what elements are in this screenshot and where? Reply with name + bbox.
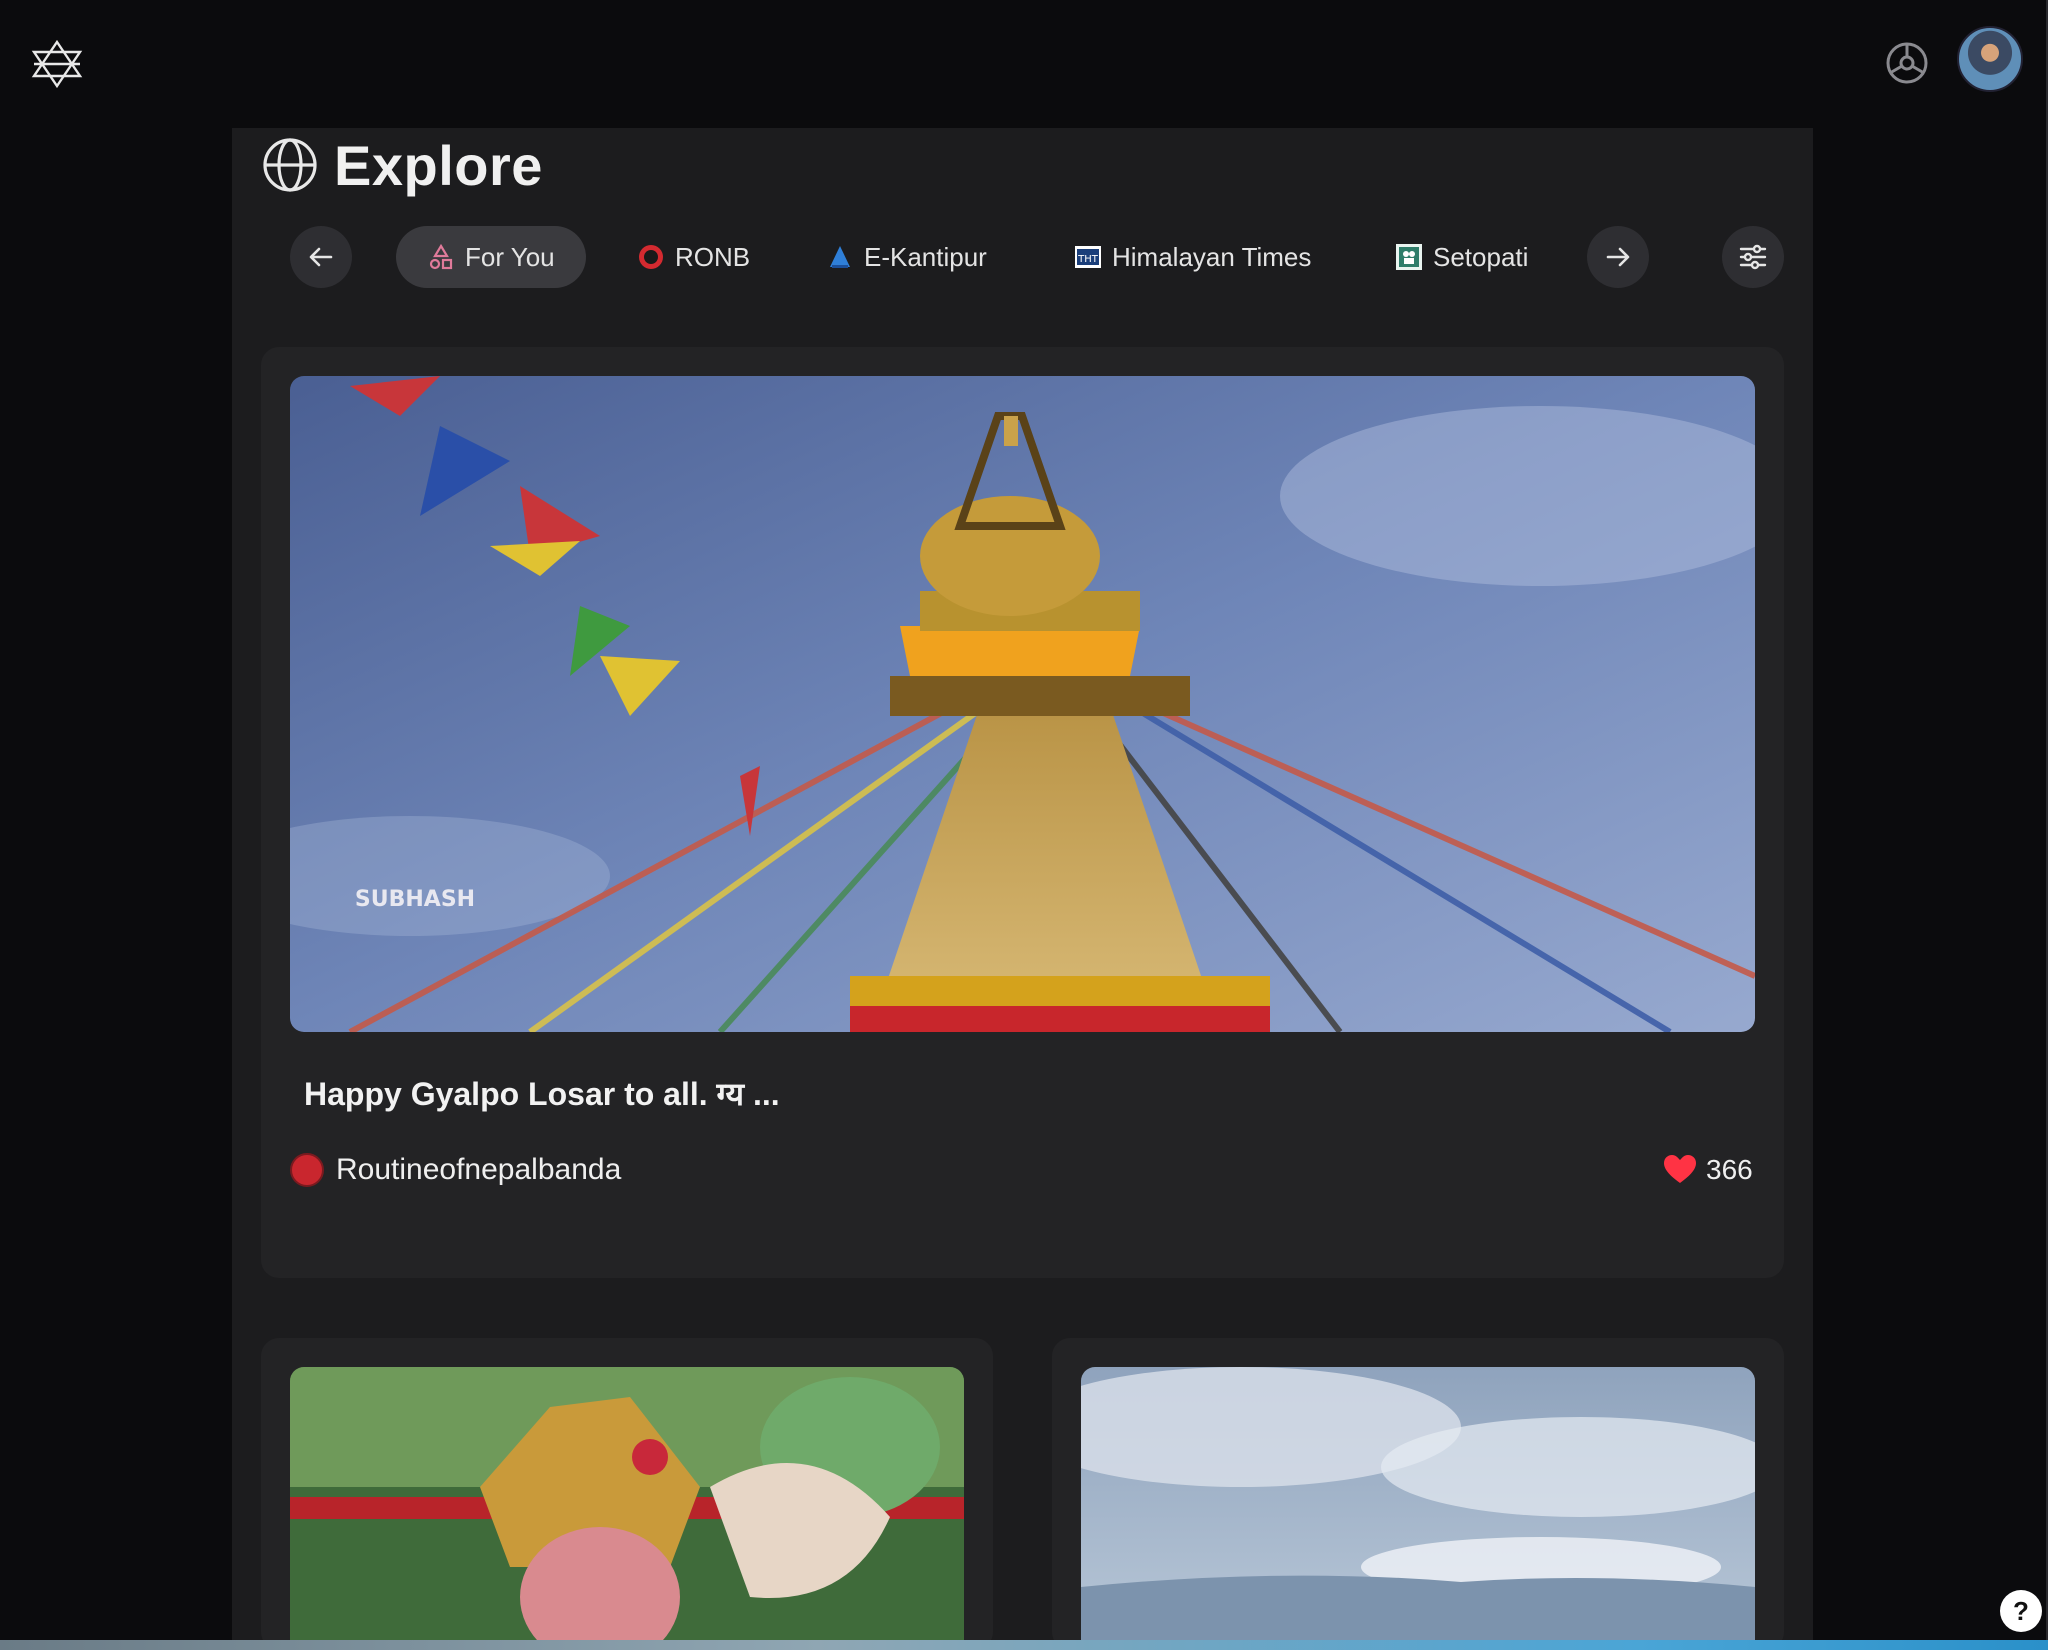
app-logo-icon[interactable]: [28, 38, 86, 90]
post-author[interactable]: Routineofnepalbanda: [290, 1150, 621, 1190]
wheel-icon[interactable]: [1884, 40, 1930, 86]
page-title: Explore: [334, 133, 543, 197]
tht-logo-icon: THT: [1075, 246, 1101, 268]
page-header: Explore: [262, 130, 543, 200]
filter-button[interactable]: [1722, 226, 1784, 288]
like-count[interactable]: 366: [1664, 1150, 1753, 1190]
ekantipur-logo-icon: [830, 246, 850, 268]
image-watermark: SUBHASH: [355, 887, 475, 912]
tab-ronb[interactable]: RONB: [637, 226, 750, 288]
sliders-icon: [1739, 244, 1767, 270]
setopati-logo-icon: [1396, 244, 1422, 270]
arrow-left-icon: [309, 247, 333, 267]
tabs-prev-button[interactable]: [290, 226, 352, 288]
author-name: Routineofnepalbanda: [336, 1153, 622, 1186]
statue-photo: [290, 1367, 964, 1650]
ronb-logo-icon: [290, 1153, 324, 1187]
tab-for-you[interactable]: For You: [396, 226, 586, 288]
arrow-right-icon: [1606, 247, 1630, 267]
tab-label: Himalayan Times: [1112, 241, 1312, 272]
bottom-edge-bar: [0, 1640, 2048, 1650]
globe-icon: [263, 138, 317, 192]
tabs-next-button[interactable]: [1587, 226, 1649, 288]
heart-icon: [1664, 1155, 1696, 1183]
featured-post-image[interactable]: SUBHASH: [290, 376, 1755, 1032]
ronb-logo-icon: [639, 245, 663, 269]
tab-label: Setopati: [1433, 241, 1529, 272]
tab-e-kantipur[interactable]: E-Kantipur: [826, 226, 987, 288]
post-image[interactable]: [1081, 1367, 1755, 1650]
tab-label: E-Kantipur: [864, 241, 987, 272]
stupa-photo: SUBHASH: [290, 376, 1755, 1032]
svg-text:THT: THT: [1077, 254, 1099, 265]
top-bar: [0, 0, 2048, 128]
likes-value: 366: [1706, 1154, 1753, 1185]
tab-label: RONB: [675, 241, 751, 272]
tab-himalayan-times[interactable]: THT Himalayan Times: [1074, 226, 1311, 288]
help-button[interactable]: ?: [2000, 1590, 2042, 1632]
tab-label: For You: [465, 241, 555, 272]
shapes-icon: [429, 243, 453, 270]
sky-photo: [1081, 1367, 1755, 1650]
user-avatar[interactable]: [1957, 26, 2023, 92]
post-image[interactable]: [290, 1367, 964, 1650]
post-title[interactable]: Happy Gyalpo Losar to all. ग्य ...: [304, 1072, 780, 1115]
tab-setopati[interactable]: Setopati: [1395, 226, 1528, 288]
